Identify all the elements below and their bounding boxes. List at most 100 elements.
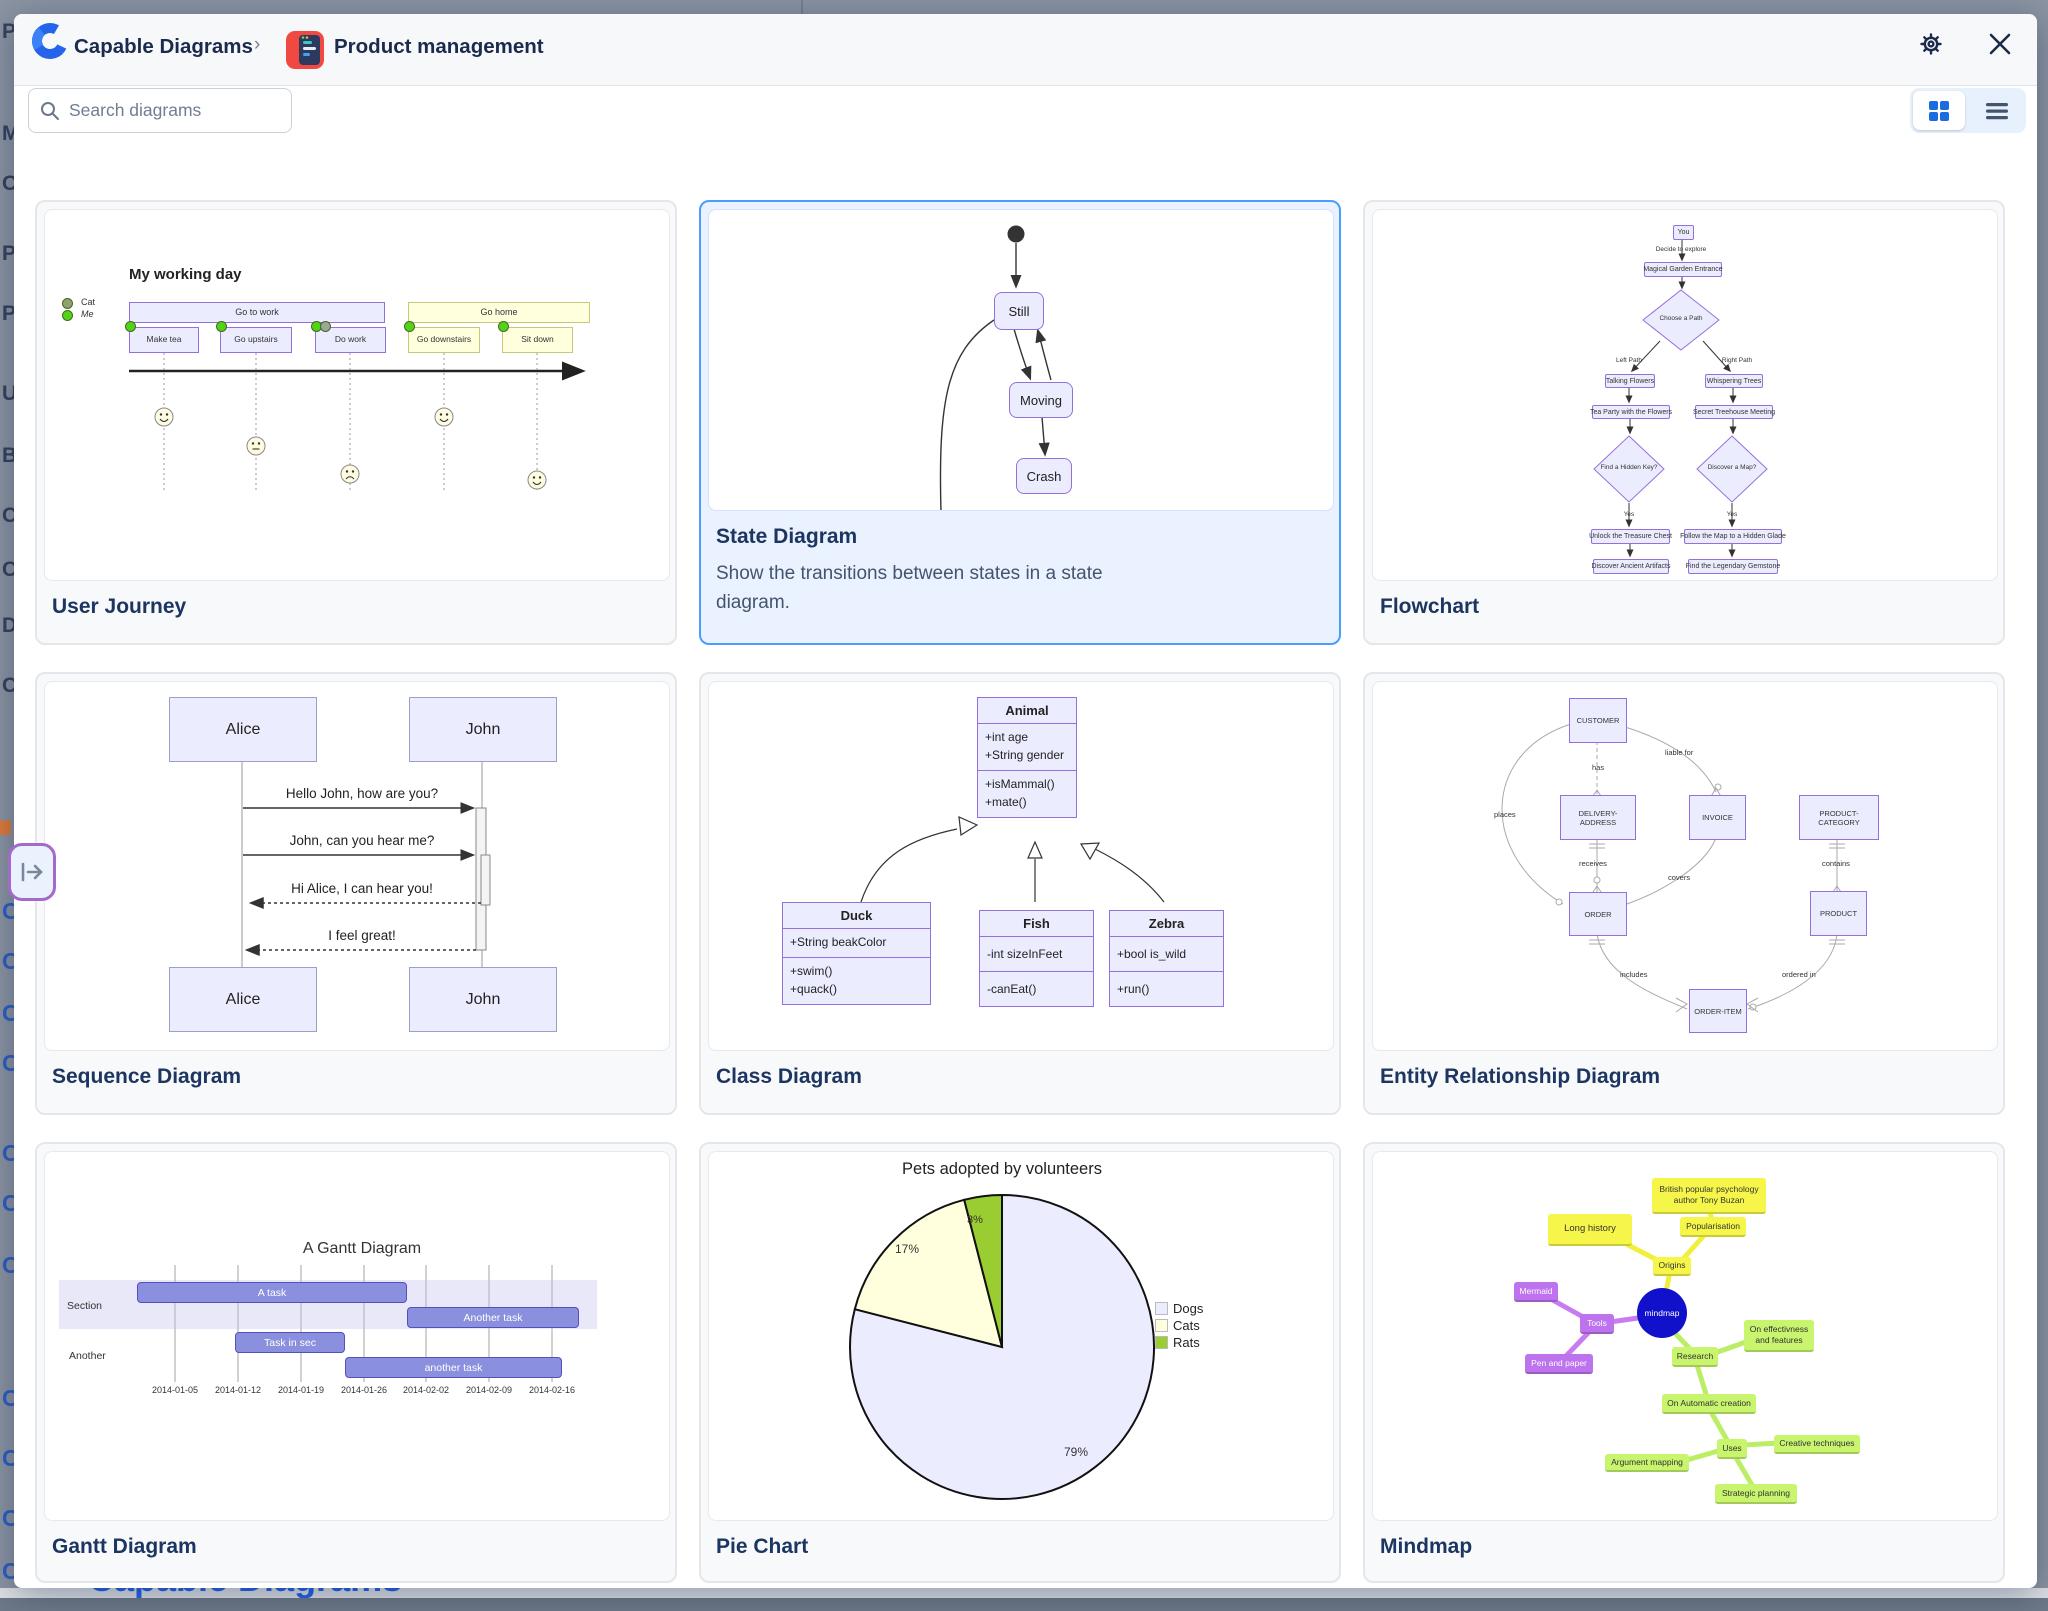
class-method: +run() — [1110, 980, 1223, 998]
er-entity: DELIVERY-ADDRESS — [1560, 795, 1636, 840]
search-field-wrap — [28, 88, 292, 133]
flowchart-edge-label: Yes — [1724, 511, 1740, 518]
mindmap-thumbnail: British popular psychology author Tony B… — [1372, 1151, 1998, 1521]
gantt-section-label: Section — [67, 1300, 102, 1312]
mindmap-node: On Automatic creation — [1662, 1394, 1756, 1414]
close-icon[interactable] — [1986, 30, 2014, 58]
mindmap-node: British popular psychology author Tony B… — [1652, 1178, 1766, 1214]
er-thumbnail: CUSTOMER DELIVERY-ADDRESS INVOICE PRODUC… — [1372, 681, 1998, 1051]
journey-section: Go to work — [129, 302, 385, 323]
pie-legend-swatch — [1155, 1302, 1168, 1315]
card-footer: User Journey — [44, 581, 668, 619]
class-diagram-thumbnail: Animal +int age +String gender +isMammal… — [708, 681, 1334, 1051]
er-relation-label: contains — [1822, 859, 1850, 868]
flowchart-node: Unlock the Treasure Chest — [1591, 529, 1670, 544]
flowchart-edge-label: Right Path — [1713, 357, 1761, 364]
sequence-actor: John — [409, 967, 557, 1032]
backdrop-page-title: Capable Diagrams — [88, 1588, 402, 1598]
card-title: Gantt Diagram — [52, 1535, 660, 1559]
journey-legend-label: Me — [81, 309, 94, 319]
mindmap-node: Tools — [1580, 1314, 1614, 1334]
class-name: Duck — [783, 903, 930, 929]
class-method: +mate() — [978, 793, 1076, 811]
pie-percent-label: 3% — [967, 1214, 983, 1226]
flowchart-decision-label: Choose a Path — [1645, 315, 1717, 322]
state-node: Still — [994, 292, 1044, 330]
journey-task: Make tea — [129, 327, 199, 353]
pie-percent-label: 17% — [895, 1242, 919, 1256]
journey-actor-dot — [404, 321, 415, 332]
card-footer: Sequence Diagram — [44, 1051, 668, 1089]
user-journey-thumbnail: My working day Cat Me Go to work Go home… — [44, 209, 670, 581]
flowchart-node: Talking Flowers — [1605, 374, 1655, 388]
card-footer: Gantt Diagram — [44, 1521, 668, 1559]
card-gantt-diagram[interactable]: A Gantt Diagram A task Another task Task… — [35, 1142, 677, 1583]
mindmap-node: Origins — [1653, 1257, 1691, 1276]
state-diagram-thumbnail: Still Moving Crash — [708, 209, 1334, 511]
card-mindmap[interactable]: British popular psychology author Tony B… — [1363, 1142, 2005, 1583]
journey-title: My working day — [129, 266, 242, 283]
pie-legend-label: Cats — [1173, 1318, 1200, 1333]
card-title: Sequence Diagram — [52, 1065, 660, 1089]
sequence-message: I feel great! — [242, 928, 482, 943]
grid-view-icon — [1928, 100, 1950, 122]
journey-legend-dot-me — [62, 310, 73, 321]
gantt-axis-date: 2014-01-26 — [332, 1385, 396, 1395]
flowchart-decision-label: Find a Hidden Key? — [1595, 464, 1663, 471]
card-pie-chart[interactable]: Pets adopted by volunteers 79% 17% 3% Do… — [699, 1142, 1341, 1583]
list-view-button[interactable] — [1971, 91, 2023, 130]
flowchart-node: Discover Ancient Artifacts — [1593, 559, 1669, 574]
card-user-journey[interactable]: My working day Cat Me Go to work Go home… — [35, 200, 677, 645]
journey-actor-dot — [320, 321, 331, 332]
gantt-grid-lines — [45, 1152, 669, 1520]
state-node: Moving — [1009, 382, 1073, 418]
flowchart-node: Magical Garden Entrance — [1644, 262, 1722, 277]
gantt-task-bar: another task — [345, 1357, 562, 1378]
mindmap-node: Argument mapping — [1605, 1454, 1689, 1472]
er-relation-label: liable for — [1665, 748, 1693, 757]
card-class-diagram[interactable]: Animal +int age +String gender +isMammal… — [699, 672, 1341, 1115]
class-method: +quack() — [783, 980, 930, 998]
flowchart-node: You — [1673, 225, 1694, 240]
backdrop-app-icon — [0, 820, 11, 835]
class-method: +isMammal() — [978, 775, 1076, 793]
card-er-diagram[interactable]: CUSTOMER DELIVERY-ADDRESS INVOICE PRODUC… — [1363, 672, 2005, 1115]
template-grid: My working day Cat Me Go to work Go home… — [35, 200, 2005, 1583]
gantt-axis-date: 2014-02-02 — [394, 1385, 458, 1395]
sequence-actor: Alice — [169, 967, 317, 1032]
journey-actor-dot — [498, 321, 509, 332]
er-entity: INVOICE — [1689, 795, 1746, 840]
list-view-icon — [1985, 101, 2009, 121]
settings-gear-icon[interactable] — [1916, 29, 1946, 59]
search-input[interactable] — [28, 88, 292, 133]
mindmap-node: Mermaid — [1514, 1282, 1558, 1302]
journey-task: Sit down — [502, 327, 573, 353]
journey-task: Go upstairs — [220, 327, 292, 353]
journey-actor-dot — [216, 321, 227, 332]
mindmap-node: Popularisation — [1680, 1217, 1746, 1237]
breadcrumb-app-name[interactable]: Capable Diagrams — [74, 35, 253, 59]
gantt-task-bar: Another task — [407, 1307, 579, 1328]
sequence-message: John, can you hear me? — [242, 833, 482, 848]
flowchart-node: Tea Party with the Flowers — [1592, 405, 1670, 419]
class-name: Animal — [978, 698, 1076, 724]
er-relation-label: places — [1494, 810, 1516, 819]
view-toggle — [1910, 88, 2026, 133]
mindmap-node: On effectivness and features — [1744, 1320, 1814, 1352]
card-title: Entity Relationship Diagram — [1380, 1065, 1988, 1089]
journey-task: Go downstairs — [408, 327, 480, 353]
card-state-diagram[interactable]: Still Moving Crash State Diagram Show th… — [699, 200, 1341, 645]
card-title: Pie Chart — [716, 1535, 1324, 1559]
backdrop-bottom-bar — [0, 1598, 2048, 1611]
grid-view-button[interactable] — [1913, 91, 1965, 130]
backdrop-divider — [801, 0, 803, 14]
breadcrumb-chevron-icon: › — [254, 34, 260, 56]
er-entity: CUSTOMER — [1569, 698, 1627, 743]
card-title: User Journey — [52, 595, 660, 619]
card-sequence-diagram[interactable]: Alice John Alice John Hello John, how ar… — [35, 672, 677, 1115]
class-name: Zebra — [1110, 911, 1223, 937]
sidebar-expand-button[interactable] — [8, 843, 56, 901]
er-relation-label: includes — [1620, 970, 1648, 979]
card-flowchart[interactable]: You Decide to explore Magical Garden Ent… — [1363, 200, 2005, 645]
diagram-picker-modal: Capable Diagrams › Product management — [14, 14, 2037, 1588]
